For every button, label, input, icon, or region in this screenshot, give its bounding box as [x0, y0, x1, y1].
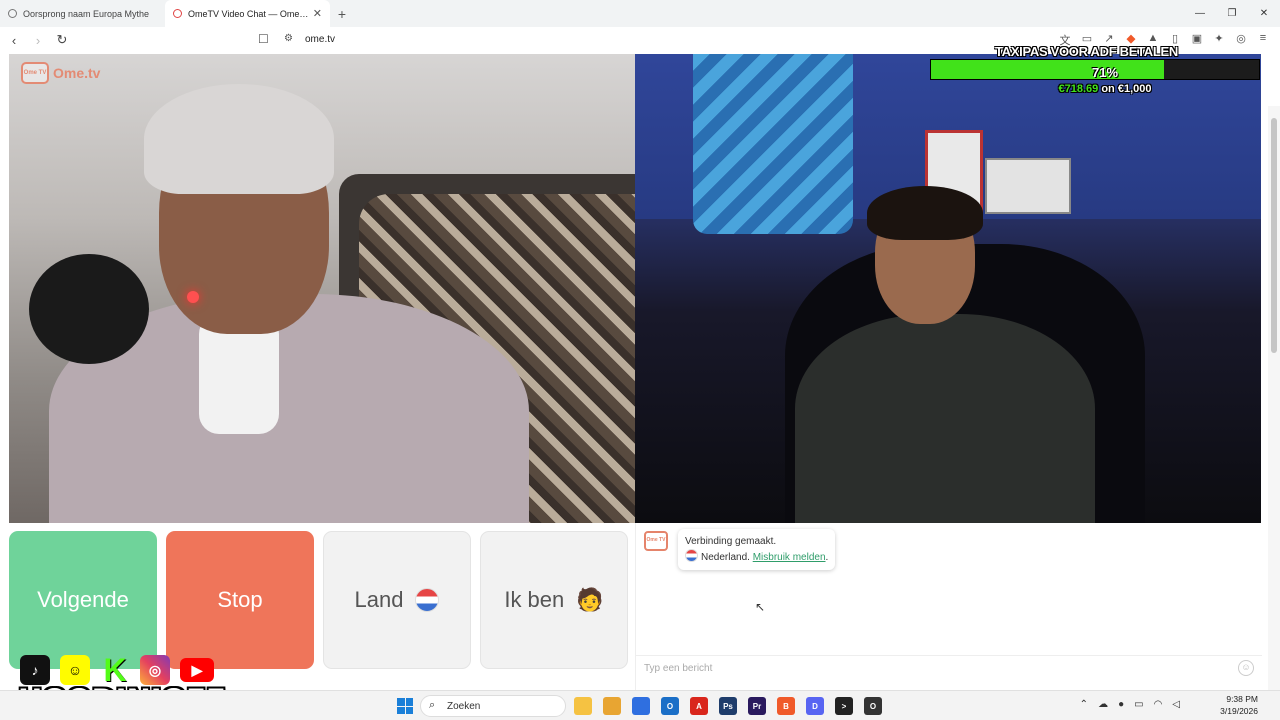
reload-icon[interactable]: ↻ — [52, 32, 72, 48]
mouse-cursor-icon: ↖ — [755, 600, 766, 614]
display-icon[interactable]: ▭ — [1134, 699, 1143, 710]
cmd-icon[interactable]: > — [835, 697, 853, 715]
bookmark-icon[interactable]: ☐ — [258, 32, 269, 46]
taskbar-clock[interactable]: 9:38 PM 3/19/2026 — [1220, 693, 1258, 717]
back-icon[interactable]: ‹ — [4, 33, 24, 48]
window-controls: — ❐ ✕ — [1184, 0, 1280, 27]
globe-icon — [8, 9, 17, 18]
remote-video — [635, 54, 1261, 523]
tv-icon: Ome TV — [21, 62, 49, 84]
ometv-logo: Ome TV Ome.tv — [21, 62, 100, 84]
tab-title: Oorsprong naam Europa Mythe — [23, 8, 150, 19]
person-hair — [867, 186, 983, 240]
next-button[interactable]: Volgende — [9, 531, 157, 669]
windows-start-icon[interactable] — [397, 698, 413, 714]
kick-icon: K — [103, 651, 127, 688]
netherlands-flag-icon — [685, 549, 698, 562]
scrollbar-thumb[interactable] — [1271, 118, 1277, 353]
gender-label: Ik ben — [504, 587, 565, 612]
maximize-button[interactable]: ❐ — [1216, 0, 1248, 27]
ometv-avatar-icon: Ome TV — [644, 531, 668, 551]
cloud-icon[interactable]: ☁ — [1098, 699, 1108, 710]
clock-date: 3/19/2026 — [1220, 706, 1258, 716]
mic-light — [187, 291, 199, 303]
report-abuse-link[interactable]: Misbruik melden — [753, 552, 826, 563]
social-icons: ♪ ☺ K ◎ ▶ — [20, 651, 214, 688]
tab-title: OmeTV Video Chat — Omegle — [188, 8, 309, 19]
forward-icon[interactable]: › — [28, 33, 48, 48]
goal-percent: 71% — [1091, 65, 1119, 80]
netherlands-flag-icon — [415, 588, 440, 612]
goal-current: €718.69 — [1058, 83, 1099, 95]
gender-button[interactable]: Ik ben 🧑 — [480, 531, 628, 669]
report-suffix: . — [825, 552, 829, 563]
system-tray: ⌃ ☁ ● ▭ ◠ ◁ — [1080, 699, 1180, 710]
country-button[interactable]: Land — [323, 531, 471, 669]
message-input[interactable]: Typ een bericht ☺ — [636, 655, 1262, 680]
chevron-up-icon[interactable]: ⌃ — [1080, 699, 1088, 710]
stop-label: Stop — [217, 587, 263, 612]
page-scrollbar[interactable] — [1268, 106, 1280, 720]
browser-tab-strip: Oorsprong naam Europa Mythe OmeTV Video … — [0, 0, 1280, 27]
brave-icon[interactable]: B — [777, 697, 795, 715]
snapchat-icon: ☺ — [60, 655, 90, 685]
system-message: Verbinding gemaakt. Nederland. Misbruik … — [678, 529, 836, 570]
store-icon[interactable] — [632, 697, 650, 715]
close-tab-icon[interactable]: ✕ — [313, 7, 322, 20]
instagram-icon: ◎ — [140, 655, 170, 685]
volume-icon[interactable]: ◁ — [1172, 699, 1180, 710]
close-window-button[interactable]: ✕ — [1248, 0, 1280, 27]
new-tab-button[interactable]: + — [330, 0, 354, 27]
message-placeholder: Typ een bericht — [644, 663, 713, 674]
wifi-icon[interactable]: ◠ — [1154, 699, 1163, 710]
next-label: Volgende — [37, 587, 129, 612]
search-placeholder: Zoeken — [447, 701, 481, 712]
connection-message: Verbinding gemaakt. — [685, 536, 777, 547]
youtube-icon: ▶ — [180, 658, 214, 682]
tab-oorsprong[interactable]: Oorsprong naam Europa Mythe — [0, 0, 165, 27]
discord-icon[interactable]: D — [806, 697, 824, 715]
premiere-icon[interactable]: Pr — [748, 697, 766, 715]
donation-goal: TAXIPAS VOOR ADF BETALEN 71% €718.69 on … — [930, 44, 1260, 95]
windows-taskbar: ⌕ Zoeken O A Ps Pr B D > O ⌃ ☁ ● ▭ ◠ ◁ 9:38 PM … — [0, 690, 1280, 720]
photoshop-icon[interactable]: Ps — [719, 697, 737, 715]
microphone-icon[interactable]: ● — [1118, 699, 1124, 710]
taskbar-apps: O A Ps Pr B D > O — [574, 697, 882, 715]
taskbar-search[interactable]: ⌕ Zoeken — [420, 695, 566, 717]
recording-icon — [173, 9, 182, 18]
goal-amount: €718.69 on €1,000 — [930, 83, 1280, 95]
minimize-button[interactable]: — — [1184, 0, 1216, 27]
tab-ometv[interactable]: OmeTV Video Chat — Omegle ✕ — [165, 0, 330, 27]
warning-sign — [985, 158, 1071, 214]
logo-text: Ome.tv — [53, 65, 101, 81]
clock-time: 9:38 PM — [1226, 694, 1258, 704]
tiktok-icon: ♪ — [20, 655, 50, 685]
microphone-icon — [29, 254, 149, 364]
chat-panel: Ome TV Verbinding gemaakt. Nederland. Mi… — [635, 523, 1262, 690]
outlook-icon[interactable]: O — [661, 697, 679, 715]
emoji-picker-icon[interactable]: ☺ — [1238, 660, 1254, 676]
local-video: Ome TV Ome.tv — [9, 54, 635, 523]
goal-separator: on — [1101, 83, 1115, 95]
goal-title: TAXIPAS VOOR ADF BETALEN — [995, 44, 1178, 59]
person-body — [795, 314, 1095, 523]
obs-icon[interactable]: O — [864, 697, 882, 715]
country-label: Land — [354, 587, 404, 612]
address-bar[interactable]: ome.tv — [305, 34, 335, 45]
site-info-icon[interactable]: ⚙ — [284, 33, 293, 44]
person-icon: 🧑 — [576, 587, 604, 612]
goal-target: €1,000 — [1117, 83, 1152, 95]
acrobat-icon[interactable]: A — [690, 697, 708, 715]
search-icon: ⌕ — [429, 699, 436, 711]
ometv-page: Ome TV Ome.tv Volgende Stop Land Ik ben … — [0, 53, 1280, 720]
partner-country: Nederland. — [701, 552, 750, 563]
jersey-shape — [693, 54, 853, 234]
stop-button[interactable]: Stop — [166, 531, 314, 669]
folder-icon[interactable] — [603, 697, 621, 715]
file-explorer-icon[interactable] — [574, 697, 592, 715]
beanie-shape — [144, 84, 334, 194]
